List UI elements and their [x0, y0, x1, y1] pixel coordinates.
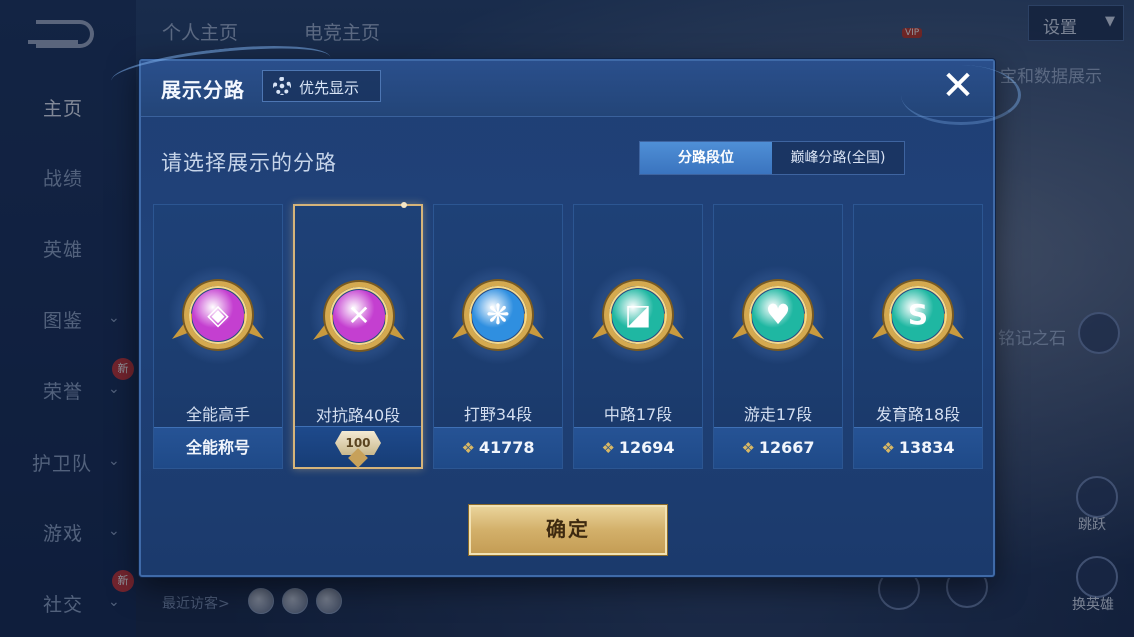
lane-card-farm-lane[interactable]: S 发育路18段 ❖ 13834 [853, 204, 983, 469]
rank-badge: 100 [295, 426, 421, 468]
card-footer: ❖ 41778 [434, 427, 562, 468]
lane-card-jungle[interactable]: ❋ 打野34段 ❖ 41778 [433, 204, 563, 469]
lane-card-clash-lane[interactable]: ✕ 对抗路40段 100 [293, 202, 423, 469]
jungle-emblem-icon: ❋ [448, 265, 548, 365]
points-value: 41778 [478, 438, 535, 457]
segment-control: 分路段位 巅峰分路(全国) [639, 141, 905, 175]
selected-corner [401, 202, 407, 208]
all-round-emblem-icon: ◈ [168, 265, 268, 365]
priority-display-button[interactable]: 优先显示 [262, 70, 381, 102]
card-name: 打野34段 [463, 405, 533, 424]
prompt-text: 请选择展示的分路 [161, 151, 337, 175]
lane-card-mid[interactable]: ◪ 中路17段 ❖ 12694 [573, 204, 703, 469]
farm-lane-emblem-icon: S [868, 265, 968, 365]
modal-title: 展示分路 [161, 78, 245, 102]
points-value: 13834 [898, 438, 955, 457]
card-footer: ❖ 12667 [714, 427, 842, 468]
points-icon: ❖ [461, 439, 475, 457]
card-name: 中路17段 [603, 405, 673, 424]
points-value: 12667 [758, 438, 815, 457]
mid-lane-emblem-icon: ◪ [588, 265, 688, 365]
close-icon[interactable]: ✕ [938, 66, 978, 107]
tab-lane-rank[interactable]: 分路段位 [640, 142, 772, 174]
card-name: 对抗路40段 [315, 406, 401, 425]
points-value: 12694 [618, 438, 675, 457]
priority-label: 优先显示 [299, 79, 360, 97]
card-name: 全能高手 [185, 405, 250, 424]
modal-header: 展示分路 优先显示 ✕ [109, 37, 1021, 125]
points-icon: ❖ [881, 439, 895, 457]
card-footer: ❖ 13834 [854, 427, 982, 468]
lane-card-roam[interactable]: ♥ 游走17段 ❖ 12667 [713, 204, 843, 469]
lane-display-modal: 展示分路 优先显示 ✕ 请选择展示的分路 分路段位 巅峰分路(全国) ◈ 全能高… [109, 37, 1021, 577]
tab-peak-lane[interactable]: 巅峰分路(全国) [772, 142, 904, 174]
roam-emblem-icon: ♥ [728, 265, 828, 365]
gear-icon [273, 77, 291, 95]
clash-lane-emblem-icon: ✕ [309, 266, 409, 366]
points-icon: ❖ [601, 439, 615, 457]
card-name: 游走17段 [743, 405, 813, 424]
lane-cards: ◈ 全能高手 全能称号 ✕ 对抗路40段 100 ❋ 打野34段 ❖ 41778… [153, 202, 985, 472]
points-icon: ❖ [741, 439, 755, 457]
card-name: 发育路18段 [875, 405, 961, 424]
lane-card-all-round[interactable]: ◈ 全能高手 全能称号 [153, 204, 283, 469]
card-footer: 全能称号 [154, 427, 282, 468]
card-footer: ❖ 12694 [574, 427, 702, 468]
confirm-button[interactable]: 确定 [469, 505, 667, 555]
